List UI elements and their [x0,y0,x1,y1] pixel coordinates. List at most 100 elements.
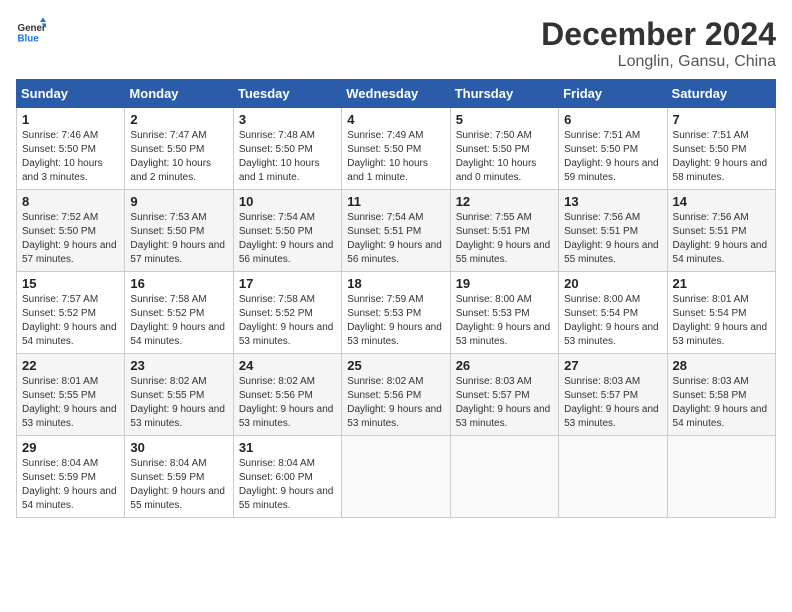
day-number: 17 [239,276,336,291]
calendar-week-row: 15 Sunrise: 7:57 AMSunset: 5:52 PMDayligh… [17,272,776,354]
header: General Blue December 2024 Longlin, Gans… [16,16,776,71]
calendar-cell: 9 Sunrise: 7:53 AMSunset: 5:50 PMDaylight… [125,190,233,272]
calendar-cell: 11 Sunrise: 7:54 AMSunset: 5:51 PMDayligh… [342,190,450,272]
day-number: 25 [347,358,444,373]
calendar-title: December 2024 [541,16,776,53]
calendar-cell: 4Sunrise: 7:49 AMSunset: 5:50 PMDaylight… [342,108,450,190]
calendar-cell [342,436,450,518]
svg-text:General: General [18,23,47,34]
day-info: Sunrise: 8:04 AMSunset: 5:59 PMDaylight:… [22,457,119,513]
calendar-cell: 7 Sunrise: 7:51 AMSunset: 5:50 PMDaylight… [667,108,775,190]
day-number: 21 [673,276,770,291]
calendar-cell [667,436,775,518]
day-info: Sunrise: 8:02 AMSunset: 5:55 PMDaylight:… [130,375,227,431]
day-info: Sunrise: 8:00 AMSunset: 5:54 PMDaylight:… [564,293,661,349]
calendar-cell: 3 Sunrise: 7:48 AMSunset: 5:50 PMDaylight… [233,108,341,190]
day-number: 10 [239,194,336,209]
day-number: 5 [456,112,553,127]
day-number: 9 [130,194,227,209]
day-number: 13 [564,194,661,209]
calendar-cell: 12Sunrise: 7:55 AMSunset: 5:51 PMDayligh… [450,190,558,272]
day-number: 29 [22,440,119,455]
day-info: Sunrise: 8:04 AMSunset: 6:00 PMDaylight:… [239,457,336,513]
calendar-cell: 30Sunrise: 8:04 AMSunset: 5:59 PMDayligh… [125,436,233,518]
calendar-cell: 21 Sunrise: 8:01 AMSunset: 5:54 PMDayligh… [667,272,775,354]
day-info: Sunrise: 8:03 AMSunset: 5:57 PMDaylight:… [456,375,553,431]
weekday-header-thursday: Thursday [450,80,558,108]
day-info: Sunrise: 8:02 AMSunset: 5:56 PMDaylight:… [347,375,444,431]
calendar-cell: 8Sunrise: 7:52 AMSunset: 5:50 PMDaylight… [17,190,125,272]
day-number: 14 [673,194,770,209]
weekday-header-tuesday: Tuesday [233,80,341,108]
day-number: 7 [673,112,770,127]
day-number: 18 [347,276,444,291]
day-info: Sunrise: 7:50 AMSunset: 5:50 PMDaylight:… [456,129,553,185]
day-number: 4 [347,112,444,127]
day-number: 20 [564,276,661,291]
day-info: Sunrise: 7:52 AMSunset: 5:50 PMDaylight:… [22,211,119,267]
title-area: December 2024 Longlin, Gansu, China [541,16,776,71]
day-number: 23 [130,358,227,373]
calendar-cell: 14 Sunrise: 7:56 AMSunset: 5:51 PMDayligh… [667,190,775,272]
calendar-cell: 17 Sunrise: 7:58 AMSunset: 5:52 PMDayligh… [233,272,341,354]
day-info: Sunrise: 7:48 AMSunset: 5:50 PMDaylight:… [239,129,336,185]
calendar-cell: 5 Sunrise: 7:50 AMSunset: 5:50 PMDaylight… [450,108,558,190]
day-info: Sunrise: 8:00 AMSunset: 5:53 PMDaylight:… [456,293,553,349]
day-info: Sunrise: 7:54 AMSunset: 5:50 PMDaylight:… [239,211,336,267]
calendar-week-row: 29 Sunrise: 8:04 AMSunset: 5:59 PMDayligh… [17,436,776,518]
calendar-cell: 6 Sunrise: 7:51 AMSunset: 5:50 PMDaylight… [559,108,667,190]
day-info: Sunrise: 7:53 AMSunset: 5:50 PMDaylight:… [130,211,227,267]
day-info: Sunrise: 8:02 AMSunset: 5:56 PMDaylight:… [239,375,336,431]
calendar-cell: 26Sunrise: 8:03 AMSunset: 5:57 PMDayligh… [450,354,558,436]
day-info: Sunrise: 7:56 AMSunset: 5:51 PMDaylight:… [673,211,770,267]
calendar-cell: 2Sunrise: 7:47 AMSunset: 5:50 PMDaylight… [125,108,233,190]
day-info: Sunrise: 7:58 AMSunset: 5:52 PMDaylight:… [130,293,227,349]
day-info: Sunrise: 7:51 AMSunset: 5:50 PMDaylight:… [564,129,661,185]
weekday-header-monday: Monday [125,80,233,108]
day-info: Sunrise: 8:01 AMSunset: 5:55 PMDaylight:… [22,375,119,431]
day-info: Sunrise: 7:57 AMSunset: 5:52 PMDaylight:… [22,293,119,349]
day-info: Sunrise: 8:03 AMSunset: 5:58 PMDaylight:… [673,375,770,431]
day-number: 19 [456,276,553,291]
day-number: 11 [347,194,444,209]
calendar-week-row: 22Sunrise: 8:01 AMSunset: 5:55 PMDayligh… [17,354,776,436]
calendar-cell [450,436,558,518]
calendar-cell: 18 Sunrise: 7:59 AMSunset: 5:53 PMDayligh… [342,272,450,354]
day-info: Sunrise: 7:51 AMSunset: 5:50 PMDaylight:… [673,129,770,185]
calendar-cell: 28Sunrise: 8:03 AMSunset: 5:58 PMDayligh… [667,354,775,436]
calendar-cell: 10 Sunrise: 7:54 AMSunset: 5:50 PMDayligh… [233,190,341,272]
calendar-cell: 22Sunrise: 8:01 AMSunset: 5:55 PMDayligh… [17,354,125,436]
day-info: Sunrise: 7:59 AMSunset: 5:53 PMDaylight:… [347,293,444,349]
logo-icon: General Blue [16,16,46,46]
calendar-cell: 20 Sunrise: 8:00 AMSunset: 5:54 PMDayligh… [559,272,667,354]
day-number: 2 [130,112,227,127]
day-number: 16 [130,276,227,291]
weekday-header-row: SundayMondayTuesdayWednesdayThursdayFrid… [17,80,776,108]
calendar-cell: 16 Sunrise: 7:58 AMSunset: 5:52 PMDayligh… [125,272,233,354]
svg-text:Blue: Blue [18,34,40,45]
weekday-header-wednesday: Wednesday [342,80,450,108]
calendar-cell: 24Sunrise: 8:02 AMSunset: 5:56 PMDayligh… [233,354,341,436]
calendar-cell: 1 Sunrise: 7:46 AMSunset: 5:50 PMDaylight… [17,108,125,190]
day-info: Sunrise: 7:58 AMSunset: 5:52 PMDaylight:… [239,293,336,349]
weekday-header-saturday: Saturday [667,80,775,108]
day-number: 27 [564,358,661,373]
day-info: Sunrise: 8:01 AMSunset: 5:54 PMDaylight:… [673,293,770,349]
logo: General Blue [16,16,46,46]
weekday-header-friday: Friday [559,80,667,108]
day-number: 30 [130,440,227,455]
calendar-cell: 27 Sunrise: 8:03 AMSunset: 5:57 PMDayligh… [559,354,667,436]
day-info: Sunrise: 8:03 AMSunset: 5:57 PMDaylight:… [564,375,661,431]
calendar-cell: 13Sunrise: 7:56 AMSunset: 5:51 PMDayligh… [559,190,667,272]
day-number: 1 [22,112,119,127]
day-info: Sunrise: 7:46 AMSunset: 5:50 PMDaylight:… [22,129,119,185]
day-number: 3 [239,112,336,127]
calendar-cell: 25 Sunrise: 8:02 AMSunset: 5:56 PMDayligh… [342,354,450,436]
calendar-week-row: 1 Sunrise: 7:46 AMSunset: 5:50 PMDaylight… [17,108,776,190]
day-number: 12 [456,194,553,209]
calendar-week-row: 8Sunrise: 7:52 AMSunset: 5:50 PMDaylight… [17,190,776,272]
day-number: 15 [22,276,119,291]
day-info: Sunrise: 7:54 AMSunset: 5:51 PMDaylight:… [347,211,444,267]
calendar-cell: 15 Sunrise: 7:57 AMSunset: 5:52 PMDayligh… [17,272,125,354]
day-number: 6 [564,112,661,127]
